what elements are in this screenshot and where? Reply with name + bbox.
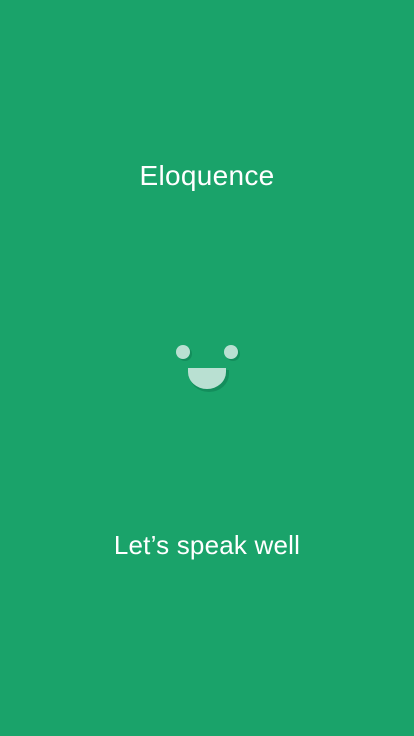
right-eye: [224, 345, 238, 359]
app-title: Eloquence: [139, 160, 275, 191]
splash-screen: Eloquence Let’s speak well: [0, 0, 414, 736]
smiley-face-icon: [167, 338, 247, 398]
left-eye: [176, 345, 190, 359]
tagline: Let’s speak well: [113, 530, 301, 560]
